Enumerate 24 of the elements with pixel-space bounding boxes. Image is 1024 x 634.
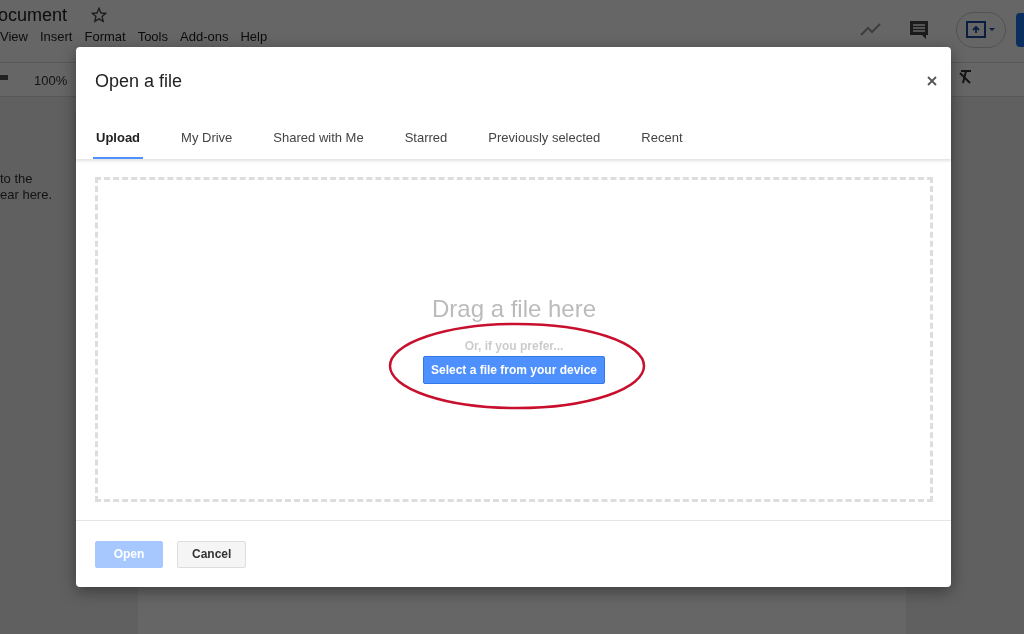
menu-item[interactable]: Format — [84, 28, 126, 44]
tab[interactable]: Upload — [93, 107, 144, 159]
menu-item[interactable]: Insert — [39, 28, 73, 44]
tab[interactable]: My Drive — [178, 107, 236, 159]
menu-item[interactable]: Tools — [137, 28, 168, 44]
menu-item[interactable]: Add-ons — [180, 28, 229, 44]
tab[interactable]: Shared with Me — [270, 107, 367, 159]
drop-zone-heading: Drag a file here — [431, 295, 597, 323]
zoom-select[interactable]: 100% — [34, 72, 68, 88]
tab[interactable]: Recent — [638, 107, 686, 159]
present-icon — [966, 20, 996, 40]
trend-icon[interactable] — [860, 23, 882, 37]
menu-item[interactable]: Help — [240, 28, 268, 44]
close-icon[interactable] — [927, 76, 937, 86]
outline-hint-text: to the ear here. — [0, 171, 54, 203]
select-file-button[interactable]: Select a file from your device — [422, 356, 606, 384]
dialog-title: Open a file — [95, 70, 183, 92]
footer-button[interactable]: Cancel — [177, 540, 247, 568]
tab[interactable]: Previously selected — [485, 107, 604, 159]
tab[interactable]: Starred — [401, 107, 451, 159]
menu-item[interactable]: View — [0, 28, 28, 44]
clear-formatting-icon[interactable] — [958, 70, 972, 84]
star-icon[interactable] — [91, 7, 108, 23]
comment-icon[interactable] — [908, 19, 930, 41]
